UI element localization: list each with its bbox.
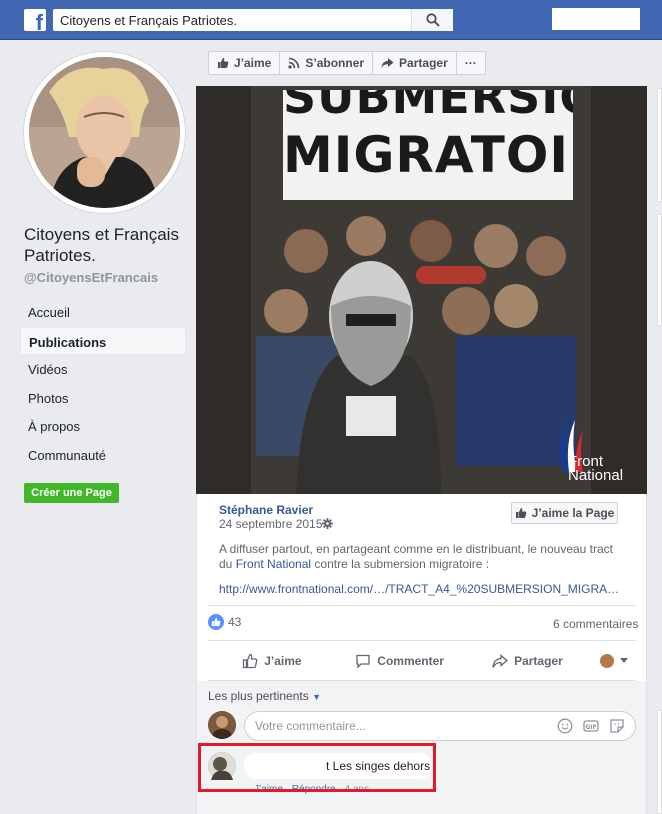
front-national-link[interactable]: Front National bbox=[236, 557, 311, 571]
page-action-bar: J’aime S’abonner Partager ··· bbox=[208, 51, 486, 75]
gif-icon[interactable]: GIF bbox=[583, 718, 599, 734]
likes-count: 43 bbox=[228, 615, 242, 629]
current-user-avatar[interactable] bbox=[208, 711, 236, 739]
comment-input[interactable]: Votre commentaire... GIF bbox=[244, 711, 636, 741]
red-highlight-box bbox=[198, 743, 436, 792]
thumbs-up-icon bbox=[218, 58, 229, 68]
post-author-link[interactable]: Stéphane Ravier bbox=[219, 503, 313, 517]
search-input[interactable]: Citoyens et Français Patriotes. bbox=[53, 9, 453, 31]
comment-input-icons: GIF bbox=[557, 718, 625, 734]
more-options-button[interactable]: ··· bbox=[455, 51, 486, 75]
sticker-icon[interactable] bbox=[609, 718, 625, 734]
divider bbox=[208, 605, 636, 606]
comments-count-link[interactable]: 6 commentaires bbox=[553, 617, 638, 631]
emoji-icon[interactable] bbox=[557, 718, 573, 734]
like-post-button[interactable]: J’aime bbox=[208, 645, 336, 677]
gear-icon[interactable] bbox=[322, 518, 333, 529]
user-avatar-small bbox=[599, 654, 614, 668]
right-sidebar-card bbox=[657, 88, 662, 202]
thumbs-up-outline-icon bbox=[243, 653, 258, 669]
post-url-link[interactable]: http://www.frontnational.com/…/TRACT_A4_… bbox=[219, 582, 619, 596]
reactions-summary[interactable]: 43 bbox=[208, 614, 241, 630]
rss-icon bbox=[288, 57, 300, 69]
like-page-action-label: J’aime bbox=[234, 56, 272, 70]
like-reaction-icon bbox=[208, 614, 224, 630]
comment-button[interactable]: Commenter bbox=[336, 645, 464, 677]
share-arrow-icon bbox=[381, 58, 394, 68]
nav-item-accueil[interactable]: Accueil bbox=[20, 298, 186, 327]
top-navigation-bar: f Citoyens et Français Patriotes. bbox=[0, 0, 662, 40]
like-page-button[interactable]: J’aime la Page bbox=[511, 502, 618, 524]
page-profile-picture bbox=[29, 57, 180, 208]
comment-bubble-icon bbox=[356, 654, 370, 669]
svg-text:GIF: GIF bbox=[585, 724, 596, 731]
page-profile-picture-frame[interactable] bbox=[24, 52, 185, 213]
comment-sort-label: Les plus pertinents bbox=[208, 689, 309, 703]
thumbs-up-icon bbox=[515, 508, 526, 518]
divider bbox=[208, 640, 636, 641]
like-page-button-label: J’aime la Page bbox=[531, 506, 615, 520]
share-post-label: Partager bbox=[514, 654, 563, 668]
like-post-label: J’aime bbox=[264, 654, 302, 668]
nav-item-a-propos[interactable]: À propos bbox=[20, 412, 186, 441]
chevron-down-icon bbox=[619, 658, 628, 663]
share-page-button-label: Partager bbox=[399, 56, 448, 70]
post-text-after: contre la submersion migratoire : bbox=[311, 557, 490, 571]
comment-button-label: Commenter bbox=[377, 654, 444, 668]
search-button[interactable] bbox=[411, 9, 453, 31]
search-input-value: Citoyens et Français Patriotes. bbox=[60, 13, 238, 28]
logo-text-line2: National bbox=[568, 467, 624, 484]
follow-button[interactable]: S’abonner bbox=[279, 51, 374, 75]
right-sidebar-card bbox=[657, 710, 662, 814]
caret-down-icon: ▼ bbox=[312, 692, 321, 702]
page-handle[interactable]: @CitoyensEtFrancais bbox=[24, 270, 158, 285]
right-sidebar-card bbox=[657, 214, 662, 326]
comment-sort-dropdown[interactable]: Les plus pertinents ▼ bbox=[208, 689, 321, 703]
post-body-text: A diffuser partout, en partageant comme … bbox=[219, 542, 624, 572]
poster-headline-line2: MIGRATOIRE bbox=[283, 126, 573, 184]
page-navigation: Accueil Publications Vidéos Photos À pro… bbox=[20, 298, 186, 469]
create-page-button[interactable]: Créer une Page bbox=[24, 483, 119, 503]
page-title[interactable]: Citoyens et Français Patriotes. bbox=[24, 224, 194, 266]
share-arrow-icon bbox=[492, 653, 509, 668]
nav-item-photos[interactable]: Photos bbox=[20, 384, 186, 413]
post-reaction-bar: J’aime Commenter Partager bbox=[208, 645, 636, 677]
post-date[interactable]: 24 septembre 2015 · bbox=[219, 517, 330, 531]
nav-item-publications[interactable]: Publications bbox=[20, 326, 186, 355]
comment-input-placeholder: Votre commentaire... bbox=[255, 719, 366, 733]
share-post-button[interactable]: Partager bbox=[464, 645, 592, 677]
search-icon bbox=[426, 13, 440, 27]
share-page-button[interactable]: Partager bbox=[372, 51, 457, 75]
poster-headline-line1: SUBMERSION bbox=[283, 90, 573, 124]
like-page-action-button[interactable]: J’aime bbox=[208, 51, 281, 75]
post-as-selector[interactable] bbox=[591, 645, 636, 677]
facebook-logo-icon[interactable]: f bbox=[24, 9, 46, 34]
nav-item-communaute[interactable]: Communauté bbox=[20, 441, 186, 470]
more-dots-icon: ··· bbox=[464, 56, 477, 70]
poster-headline: SUBMERSION MIGRATOIRE bbox=[283, 90, 573, 200]
front-national-logo-text: Front National bbox=[568, 454, 624, 484]
top-right-redacted-box bbox=[552, 8, 640, 30]
nav-item-videos[interactable]: Vidéos bbox=[20, 355, 186, 384]
follow-button-label: S’abonner bbox=[305, 56, 365, 70]
